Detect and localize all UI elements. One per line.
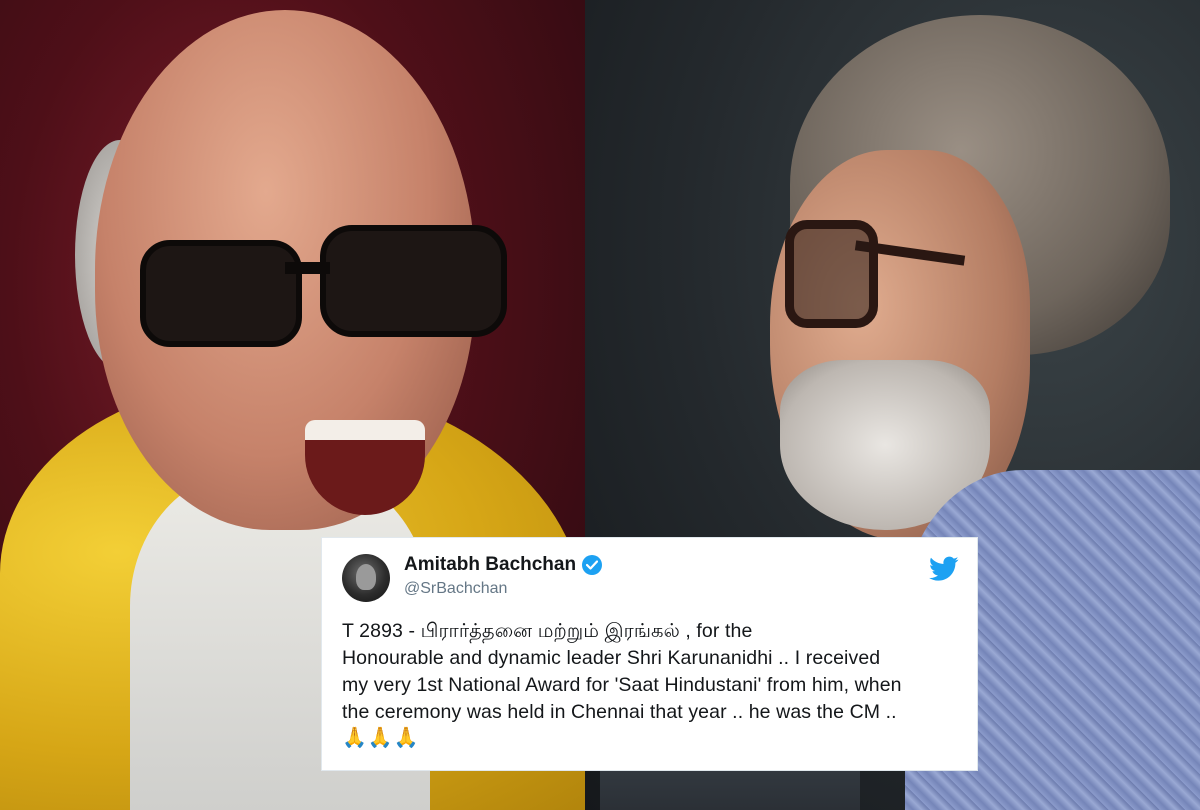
folded-hands-emoji: 🙏🙏🙏 xyxy=(342,727,420,749)
dark-sunglasses-right-lens xyxy=(320,225,507,337)
verified-badge-icon xyxy=(582,555,603,575)
avatar[interactable] xyxy=(342,554,390,602)
tweet-card: Amitabh Bachchan @SrBachchan T 2893 - பி… xyxy=(321,537,978,771)
sunglasses-bridge xyxy=(285,262,330,274)
tweet-header: Amitabh Bachchan @SrBachchan xyxy=(342,552,959,602)
author-info: Amitabh Bachchan @SrBachchan xyxy=(404,552,603,600)
handle[interactable]: @SrBachchan xyxy=(404,578,602,600)
tweet-text: T 2893 - பிரார்த்தனை மற்றும் இரங்கல் , f… xyxy=(342,620,902,723)
dark-sunglasses-left-lens xyxy=(140,240,302,347)
spectacles-lens xyxy=(785,220,878,328)
twitter-bird-icon[interactable] xyxy=(929,556,959,582)
display-name[interactable]: Amitabh Bachchan xyxy=(404,552,576,578)
